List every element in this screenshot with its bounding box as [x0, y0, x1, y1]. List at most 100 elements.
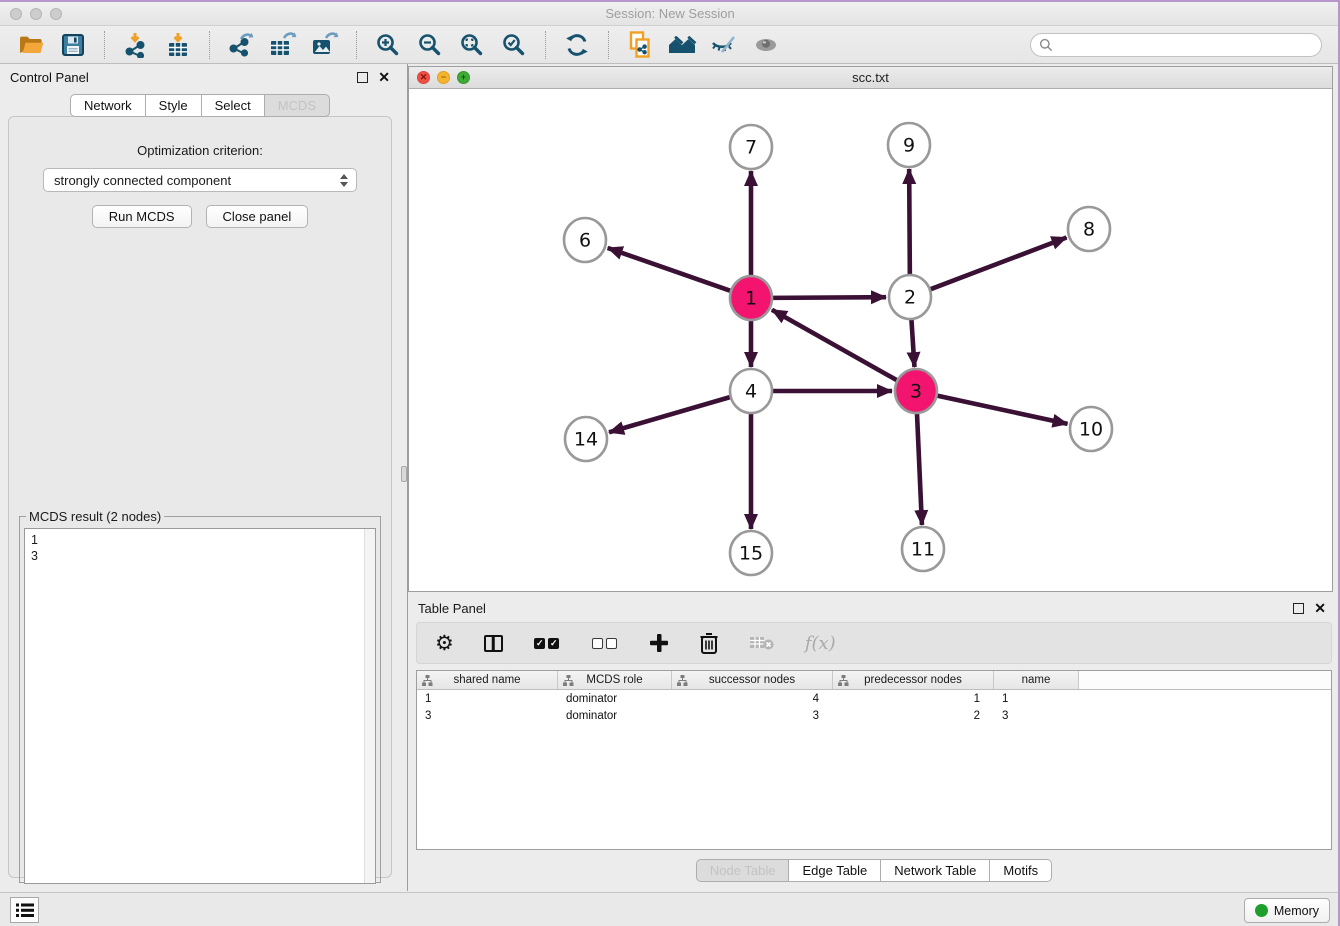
graph-node-1[interactable]: 1 [730, 276, 772, 320]
dropdown-stepper-icon [336, 171, 352, 189]
open-folder-icon[interactable] [16, 30, 46, 60]
toolbar-separator [209, 31, 210, 59]
gear-icon[interactable]: ⚙ [435, 630, 454, 656]
close-table-panel-icon[interactable]: ✕ [1314, 603, 1326, 614]
tab-mcds[interactable]: MCDS [265, 94, 330, 117]
split-columns-icon[interactable] [484, 630, 503, 656]
tab-motifs[interactable]: Motifs [990, 859, 1052, 882]
graph-edge-1-2[interactable] [772, 297, 886, 298]
table-cell[interactable]: 1 [994, 693, 1079, 705]
close-panel-icon[interactable]: ✕ [378, 72, 390, 83]
graph-edge-4-14[interactable] [609, 397, 731, 432]
svg-text:8: 8 [1083, 219, 1095, 241]
toolbar-separator [608, 31, 609, 59]
table-row[interactable]: 1dominator411 [417, 690, 1331, 707]
deselect-checkboxes-icon[interactable] [591, 630, 619, 656]
float-table-panel-icon[interactable] [1293, 603, 1304, 614]
panel-splitter[interactable] [400, 64, 408, 891]
svg-text:2: 2 [904, 287, 916, 309]
table-cell[interactable]: 1 [833, 693, 994, 705]
graph-edge-3-1[interactable] [772, 310, 898, 381]
search-input[interactable] [1057, 37, 1321, 52]
table-row[interactable]: 3dominator323 [417, 707, 1331, 724]
graph-node-8[interactable]: 8 [1068, 207, 1110, 251]
column-header-predecessor-nodes[interactable]: predecessor nodes [833, 671, 994, 689]
tab-style[interactable]: Style [146, 94, 202, 117]
network-canvas[interactable]: 7 9 6 8 1 2 4 3 14 10 15 11 [409, 89, 1332, 591]
run-mcds-button[interactable]: Run MCDS [92, 205, 192, 228]
table-cell[interactable]: 1 [417, 693, 558, 705]
zoom-in-icon[interactable] [373, 30, 403, 60]
export-table-icon[interactable] [268, 30, 298, 60]
hide-eye-icon[interactable] [709, 30, 739, 60]
svg-text:14: 14 [574, 429, 598, 451]
zoom-fit-icon[interactable] [457, 30, 487, 60]
float-panel-icon[interactable] [357, 72, 368, 83]
table-cell[interactable]: 4 [672, 693, 833, 705]
table-cell[interactable]: dominator [558, 693, 672, 705]
refresh-icon[interactable] [562, 30, 592, 60]
graph-node-2[interactable]: 2 [889, 275, 931, 319]
graph-node-7[interactable]: 7 [730, 125, 772, 169]
svg-text:4: 4 [745, 381, 757, 403]
export-image-icon[interactable] [310, 30, 340, 60]
graph-node-14[interactable]: 14 [565, 417, 607, 461]
splitter-grip-icon[interactable] [401, 466, 407, 482]
table-panel-title: Table Panel [418, 601, 486, 616]
optimization-criterion-select[interactable]: strongly connected component [43, 168, 357, 192]
tab-select[interactable]: Select [202, 94, 265, 117]
result-scrollbar[interactable] [364, 529, 375, 883]
delete-table-icon[interactable] [749, 630, 775, 656]
graph-edge-3-10[interactable] [937, 395, 1068, 423]
table-cell[interactable]: dominator [558, 710, 672, 722]
zoom-out-icon[interactable] [415, 30, 445, 60]
graph-node-15[interactable]: 15 [730, 531, 772, 575]
graph-node-6[interactable]: 6 [564, 218, 606, 262]
show-eye-icon[interactable] [751, 30, 781, 60]
mcds-result-textarea[interactable]: 1 3 [24, 528, 376, 884]
select-all-checkboxes-icon[interactable]: ✓✓ [533, 630, 561, 656]
graph-node-11[interactable]: 11 [902, 527, 944, 571]
column-header-MCDS-role[interactable]: MCDS role [558, 671, 672, 689]
close-panel-button[interactable]: Close panel [206, 205, 309, 228]
delete-column-icon[interactable] [699, 630, 719, 656]
search-field[interactable] [1030, 33, 1322, 57]
table-cell[interactable]: 3 [417, 710, 558, 722]
tab-network-table[interactable]: Network Table [881, 859, 990, 882]
graph-edge-2-3[interactable] [911, 318, 914, 367]
function-builder-icon[interactable]: f(x) [805, 630, 836, 656]
zoom-selected-icon[interactable] [499, 30, 529, 60]
import-network-icon[interactable] [121, 30, 151, 60]
export-network-icon[interactable] [226, 30, 256, 60]
table-cell[interactable]: 3 [994, 710, 1079, 722]
graph-edge-2-9[interactable] [909, 169, 910, 276]
graph-edge-2-8[interactable] [930, 238, 1067, 290]
main-toolbar [0, 26, 1340, 64]
graph-node-9[interactable]: 9 [888, 123, 930, 167]
graph-node-3[interactable]: 3 [895, 369, 937, 413]
column-header-name[interactable]: name [994, 671, 1079, 689]
optimization-criterion-label: Optimization criterion: [15, 143, 385, 158]
tab-edge-table[interactable]: Edge Table [789, 859, 881, 882]
table-cell[interactable]: 2 [833, 710, 994, 722]
svg-text:9: 9 [903, 135, 915, 157]
graph-edge-1-6[interactable] [608, 248, 732, 291]
table-cell[interactable]: 3 [672, 710, 833, 722]
import-table-icon[interactable] [163, 30, 193, 60]
memory-button[interactable]: Memory [1244, 898, 1330, 923]
column-header-shared-name[interactable]: shared name [417, 671, 558, 689]
graph-edge-3-11[interactable] [917, 412, 922, 525]
copy-document-icon[interactable] [625, 30, 655, 60]
save-session-icon[interactable] [58, 30, 88, 60]
svg-text:15: 15 [739, 543, 763, 565]
add-column-icon[interactable] [649, 630, 669, 656]
mcds-result-title: MCDS result (2 nodes) [26, 509, 164, 524]
graph-node-10[interactable]: 10 [1070, 407, 1112, 451]
tab-node-table[interactable]: Node Table [696, 859, 790, 882]
tab-network[interactable]: Network [70, 94, 146, 117]
list-icon [16, 903, 34, 918]
graph-node-4[interactable]: 4 [730, 369, 772, 413]
column-header-successor-nodes[interactable]: successor nodes [672, 671, 833, 689]
task-history-button[interactable] [10, 897, 39, 923]
home-layout-icon[interactable] [667, 30, 697, 60]
